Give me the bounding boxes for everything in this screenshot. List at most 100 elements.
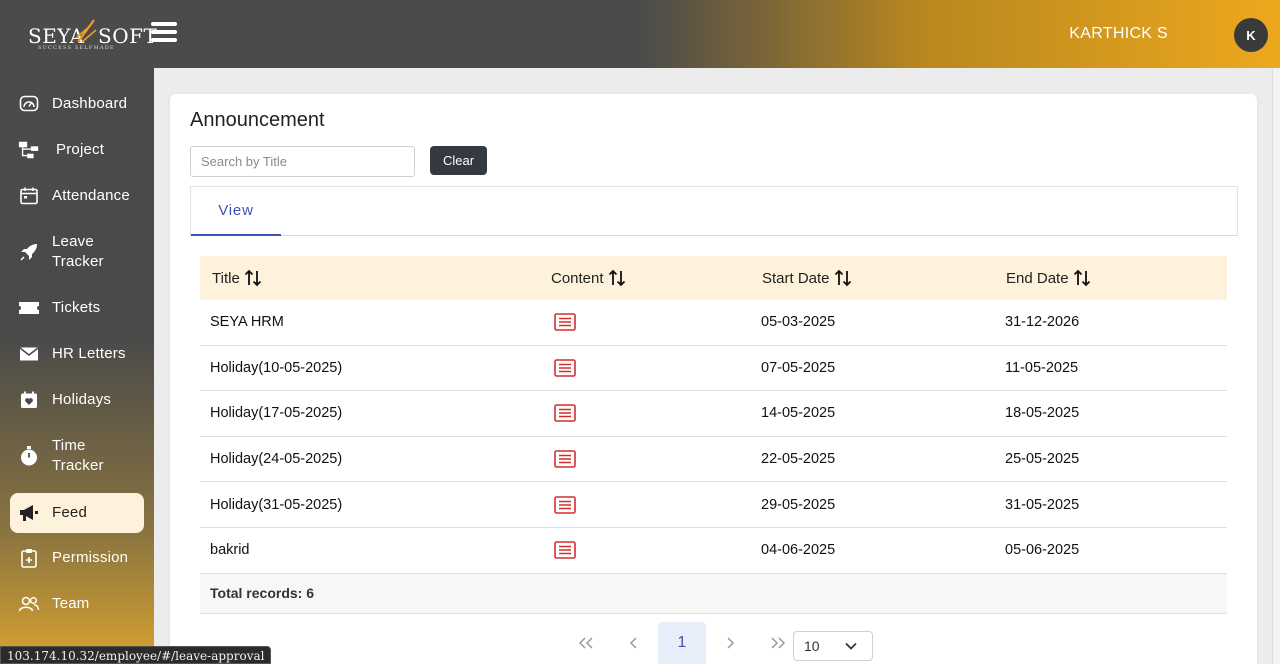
sidebar-item-team[interactable]: Team <box>10 594 144 614</box>
content-document-icon[interactable] <box>554 391 576 436</box>
rocket-icon <box>18 241 40 263</box>
page-scrollbar[interactable] <box>1272 68 1280 664</box>
sidebar-item-label: Tickets <box>52 299 101 316</box>
cell-start-date: 14-05-2025 <box>761 405 836 422</box>
cell-start-date: 22-05-2025 <box>761 451 836 468</box>
sidebar-item-label: Dashboard <box>52 95 128 112</box>
sidebar-item-label: Holidays <box>52 391 112 408</box>
table-row[interactable]: bakrid 04-06-2025 05-06-2025 <box>200 528 1227 574</box>
avatar[interactable]: K <box>1234 18 1268 52</box>
table-row[interactable]: Holiday(10-05-2025) 07-05-2025 11-05-202… <box>200 346 1227 392</box>
ticket-icon <box>18 297 40 319</box>
sidebar-item-time-tracker[interactable]: Time Tracker <box>10 436 144 476</box>
table-row[interactable]: SEYA HRM 05-03-2025 31-12-2026 <box>200 300 1227 346</box>
table-row[interactable]: Holiday(24-05-2025) 22-05-2025 25-05-202… <box>200 437 1227 483</box>
brand-mark-icon <box>75 19 97 43</box>
team-icon <box>18 593 40 615</box>
browser-status-url: 103.174.10.32/employee/#/leave-approval <box>0 646 272 664</box>
cell-end-date: 25-05-2025 <box>1005 451 1080 468</box>
column-header-title[interactable]: Title <box>212 269 262 287</box>
project-icon <box>18 139 40 161</box>
pagination: 1 10 <box>562 622 882 664</box>
sidebar-item-dashboard[interactable]: Dashboard <box>10 94 144 114</box>
sort-icon <box>1073 269 1090 287</box>
stopwatch-icon <box>18 445 40 467</box>
sidebar-item-hr-letters[interactable]: HR Letters <box>10 344 144 364</box>
cell-start-date: 04-06-2025 <box>761 542 836 559</box>
sidebar-item-tickets[interactable]: Tickets <box>10 298 144 318</box>
column-label: End Date <box>1006 269 1069 287</box>
content-document-icon[interactable] <box>554 528 576 573</box>
sidebar-item-leave-tracker[interactable]: Leave Tracker <box>10 232 144 272</box>
sidebar-item-label: Leave Tracker <box>52 233 104 270</box>
announcement-card: Announcement Clear View Title Content St… <box>170 94 1257 664</box>
cell-end-date: 18-05-2025 <box>1005 405 1080 422</box>
chevron-left-icon <box>629 637 637 649</box>
clear-button[interactable]: Clear <box>430 146 487 175</box>
top-header: SEYA SOFT SUCCESS SELFMADE KARTHICK S K <box>0 0 1280 68</box>
cell-end-date: 31-12-2026 <box>1005 314 1080 331</box>
page-number-button[interactable]: 1 <box>658 622 706 664</box>
first-page-button[interactable] <box>562 622 610 664</box>
megaphone-icon <box>18 502 40 524</box>
cell-end-date: 05-06-2025 <box>1005 542 1080 559</box>
dashboard-icon <box>18 93 40 115</box>
main-content: Announcement Clear View Title Content St… <box>154 68 1272 664</box>
content-document-icon[interactable] <box>554 437 576 482</box>
sidebar-item-permission[interactable]: Permission <box>10 548 144 568</box>
cell-start-date: 07-05-2025 <box>761 359 836 376</box>
column-header-end-date[interactable]: End Date <box>1006 269 1091 287</box>
cell-title: bakrid <box>210 542 250 559</box>
rows-per-page-select[interactable]: 10 <box>793 631 873 661</box>
column-label: Title <box>212 269 240 287</box>
user-name[interactable]: KARTHICK S <box>1069 25 1168 43</box>
sidebar-item-label: Time Tracker <box>52 437 104 474</box>
sidebar-item-label: Permission <box>52 549 129 566</box>
prev-page-button[interactable] <box>610 622 658 664</box>
sidebar-item-project[interactable]: Project <box>10 140 144 160</box>
cell-title: Holiday(31-05-2025) <box>210 496 343 513</box>
sidebar-item-holidays[interactable]: Holidays <box>10 390 144 410</box>
chevron-down-icon <box>845 642 857 650</box>
cell-title: SEYA HRM <box>210 314 284 331</box>
sidebar-item-feed[interactable]: Feed <box>10 493 144 533</box>
cell-title: Holiday(17-05-2025) <box>210 405 343 422</box>
clipboard-icon <box>18 547 40 569</box>
sidebar-item-attendance[interactable]: Attendance <box>10 186 144 206</box>
tab-bar: View <box>190 186 1238 236</box>
total-records: Total records: 6 <box>200 573 1227 614</box>
calendar-icon <box>18 185 40 207</box>
cell-start-date: 29-05-2025 <box>761 496 836 513</box>
sort-icon <box>244 269 261 287</box>
envelope-icon <box>18 343 40 365</box>
search-input[interactable] <box>190 146 415 177</box>
hamburger-menu-icon[interactable] <box>151 22 177 44</box>
double-chevron-right-icon <box>771 637 786 649</box>
double-chevron-left-icon <box>578 637 593 649</box>
sidebar-item-label: HR Letters <box>52 345 126 362</box>
column-header-start-date[interactable]: Start Date <box>762 269 852 287</box>
cell-end-date: 31-05-2025 <box>1005 496 1080 513</box>
sidebar-item-label: Project <box>56 141 105 158</box>
content-document-icon[interactable] <box>554 346 576 391</box>
brand-tagline: SUCCESS SELFMADE <box>38 45 115 51</box>
rows-per-page-value: 10 <box>804 638 820 654</box>
next-page-button[interactable] <box>706 622 754 664</box>
cell-start-date: 05-03-2025 <box>761 314 836 331</box>
sidebar-item-label: Team <box>52 595 90 612</box>
content-document-icon[interactable] <box>554 300 576 345</box>
announcement-table: Title Content Start Date End Date SEYA H… <box>200 256 1227 614</box>
column-header-content[interactable]: Content <box>551 269 626 287</box>
sidebar-item-label: Attendance <box>52 187 130 204</box>
cell-end-date: 11-05-2025 <box>1005 359 1079 376</box>
sort-icon <box>608 269 625 287</box>
sidebar-item-label: Feed <box>52 504 87 521</box>
table-row[interactable]: Holiday(17-05-2025) 14-05-2025 18-05-202… <box>200 391 1227 437</box>
tab-view[interactable]: View <box>191 187 281 236</box>
content-document-icon[interactable] <box>554 482 576 527</box>
brand-logo: SEYA SOFT SUCCESS SELFMADE <box>28 18 157 52</box>
chevron-right-icon <box>727 637 735 649</box>
table-header-row: Title Content Start Date End Date <box>200 256 1227 300</box>
table-row[interactable]: Holiday(31-05-2025) 29-05-2025 31-05-202… <box>200 482 1227 528</box>
column-label: Start Date <box>762 269 830 287</box>
